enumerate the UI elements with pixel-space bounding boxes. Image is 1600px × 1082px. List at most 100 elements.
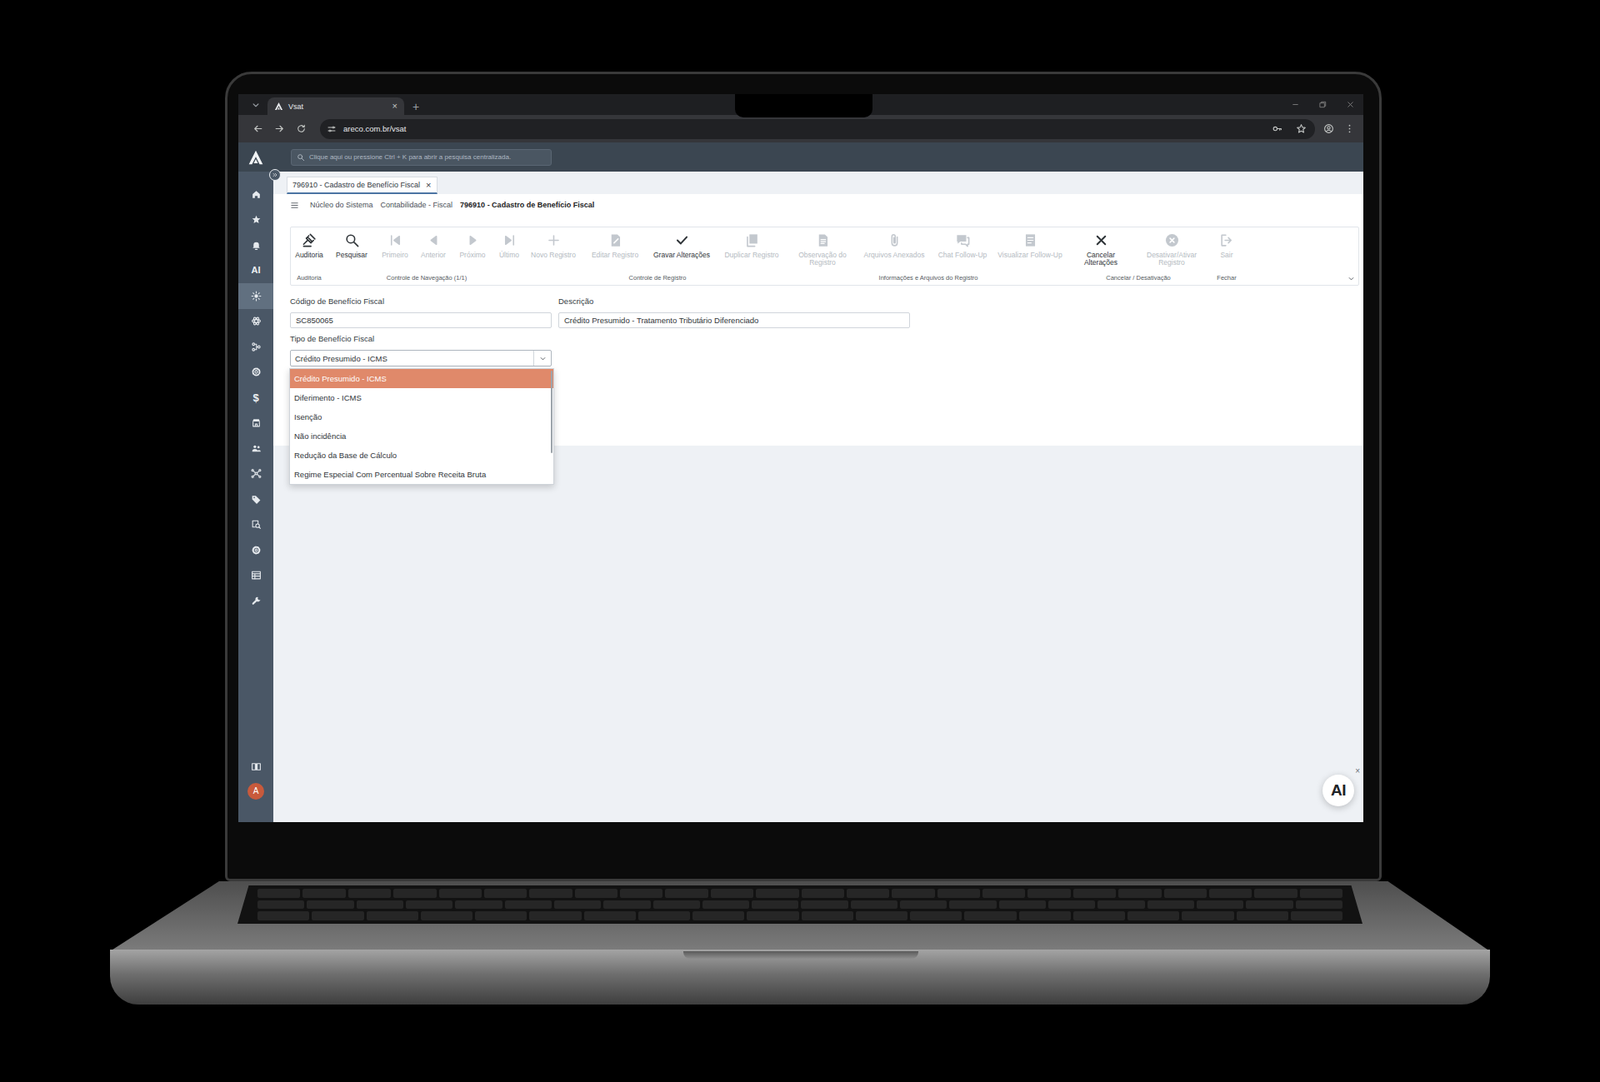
avatar-initial: A xyxy=(253,787,260,796)
dropdown-option[interactable]: Diferimento - ICMS xyxy=(290,388,554,408)
keyboard-key xyxy=(1147,900,1195,910)
menu-icon[interactable] xyxy=(290,200,300,210)
copy-icon xyxy=(744,232,760,249)
browser-menu-icon[interactable] xyxy=(1344,123,1355,135)
back-button-icon[interactable] xyxy=(252,123,264,135)
minimize-icon[interactable] xyxy=(1290,100,1300,110)
ai-assistant-button[interactable]: AI× xyxy=(1322,775,1355,807)
keyboard-key xyxy=(306,900,354,910)
keyboard-key xyxy=(603,900,650,910)
keyboard-key xyxy=(1300,889,1343,899)
sidebar-item[interactable] xyxy=(238,588,274,615)
sidebar-item[interactable] xyxy=(238,461,274,488)
benefit-type-select[interactable]: Crédito Presumido - ICMSCrédito Presumid… xyxy=(290,350,552,367)
keyboard-key xyxy=(484,889,527,899)
sidebar-item[interactable] xyxy=(238,360,274,386)
sidebar-item[interactable]: AI xyxy=(238,258,274,285)
reload-button[interactable] xyxy=(290,123,312,135)
sidebar-item[interactable] xyxy=(238,207,274,234)
new-tab-button[interactable]: + xyxy=(412,100,420,113)
select-value: Crédito Presumido - ICMS xyxy=(290,354,534,364)
sidebar-item[interactable] xyxy=(238,283,274,310)
tab-search-icon[interactable] xyxy=(250,99,262,111)
doc-icon xyxy=(815,232,831,249)
global-search[interactable] xyxy=(290,149,552,166)
keyboard-key xyxy=(982,889,1025,899)
reload-button-icon[interactable] xyxy=(295,123,307,135)
sidebar-item[interactable]: $ xyxy=(238,385,274,411)
areco-logo-icon[interactable] xyxy=(247,149,265,166)
breadcrumb-item[interactable]: Contabilidade - Fiscal xyxy=(380,200,454,210)
manual-button[interactable] xyxy=(238,754,274,780)
text-field: DescriçãoCrédito Presumido - Tratamento … xyxy=(558,296,910,329)
docview-icon xyxy=(1022,232,1039,249)
sidebar-item[interactable] xyxy=(238,435,274,462)
dropdown-list: Crédito Presumido - ICMS Diferimento - IC… xyxy=(289,368,555,485)
sidebar-item[interactable] xyxy=(238,309,274,335)
toolbar-button: Sair xyxy=(1209,232,1245,275)
close-window-icon[interactable] xyxy=(1345,100,1355,110)
toolbar-group-label: Auditoria xyxy=(296,274,322,283)
keyboard-key xyxy=(846,889,890,899)
dropdown-option[interactable]: Isenção xyxy=(290,407,554,427)
dropdown-option[interactable]: Redução da Base de Cálculo xyxy=(290,445,554,465)
app-logo[interactable] xyxy=(238,149,274,166)
toolbar-button[interactable]: Pesquisar xyxy=(327,232,376,275)
dropdown-option-label: Não incidência xyxy=(294,431,346,441)
sidebar-item[interactable] xyxy=(238,563,274,590)
toolbar-collapse[interactable] xyxy=(1346,274,1356,284)
browser-tab[interactable]: Vsat× xyxy=(267,97,405,115)
sidebar-toggle[interactable] xyxy=(269,169,281,181)
search-input[interactable] xyxy=(309,153,546,161)
keyboard-key xyxy=(1181,911,1234,921)
camera-notch xyxy=(735,94,873,118)
toolbar-button[interactable]: Auditoria xyxy=(290,232,328,275)
app-header xyxy=(238,142,1364,172)
forward-button-icon[interactable] xyxy=(274,123,285,135)
toolbar-button[interactable]: Cancelar Alterações xyxy=(1067,232,1135,275)
sidebar-item[interactable] xyxy=(238,410,274,437)
dropdown-option-label: Isenção xyxy=(294,412,322,422)
browser-tab-close[interactable]: × xyxy=(392,101,398,111)
restore-icon[interactable] xyxy=(1318,100,1328,110)
sidebar-item[interactable] xyxy=(238,512,274,539)
dropdown-option[interactable]: Regime Especial Com Percentual Sobre Rec… xyxy=(290,465,554,485)
keyboard-row xyxy=(257,900,1343,910)
site-info-icon[interactable] xyxy=(326,124,337,135)
toolbar-group: AuditoriaAuditoria xyxy=(290,232,328,283)
toolbar-group-label: Controle de Navegação (1/1) xyxy=(386,274,467,283)
breadcrumb-item[interactable]: Núcleo do Sistema xyxy=(310,200,374,210)
select-arrow[interactable] xyxy=(533,350,551,366)
dropdown-option[interactable]: Crédito Presumido - ICMS xyxy=(290,369,554,389)
toolbar: AuditoriaAuditoriaPesquisarPrimeiroAnter… xyxy=(290,226,1360,286)
sidebar-item[interactable] xyxy=(238,232,274,259)
screen-tab[interactable]: 796910 - Cadastro de Benefício Fiscal× xyxy=(286,176,438,195)
dropdown-scrollbar[interactable] xyxy=(550,370,553,454)
app-body: AI $ A 796910 - Cadastro de Benefício Fisca… xyxy=(238,171,1364,823)
toolbar-button-label: Anterior xyxy=(420,251,446,260)
forward-button[interactable] xyxy=(268,123,290,135)
sidebar-item[interactable] xyxy=(238,537,274,564)
screen-tab-close[interactable]: × xyxy=(425,180,431,190)
bookmark-star-icon[interactable] xyxy=(1295,123,1307,135)
dropdown-option[interactable]: Não incidência xyxy=(290,426,554,446)
text-input[interactable]: Crédito Presumido - Tratamento Tributári… xyxy=(558,312,910,329)
back-button[interactable] xyxy=(246,123,269,135)
sidebar-item[interactable] xyxy=(238,334,274,360)
sidebar-spacer xyxy=(238,614,274,755)
collapse-chevron-icon[interactable] xyxy=(1346,274,1356,284)
profile-icon[interactable] xyxy=(1323,123,1335,135)
keyboard-key xyxy=(801,889,845,899)
sidebar-item[interactable] xyxy=(238,486,274,513)
text-input[interactable]: SC850065 xyxy=(290,312,552,329)
dropdown-option-label: Crédito Presumido - ICMS xyxy=(294,374,387,384)
password-key-icon[interactable] xyxy=(1271,123,1283,135)
ai-assistant-close[interactable]: × xyxy=(1355,767,1360,776)
main-area: 796910 - Cadastro de Benefício Fiscal× Nú… xyxy=(273,171,1364,823)
sidebar-item[interactable] xyxy=(238,181,274,208)
keyboard-key xyxy=(1027,889,1070,899)
omnibox[interactable]: areco.com.br/vsat xyxy=(320,119,1315,140)
keyboard-key xyxy=(1127,911,1180,921)
toolbar-button[interactable]: Gravar Alterações xyxy=(649,232,715,275)
user-avatar[interactable]: A xyxy=(247,783,265,800)
